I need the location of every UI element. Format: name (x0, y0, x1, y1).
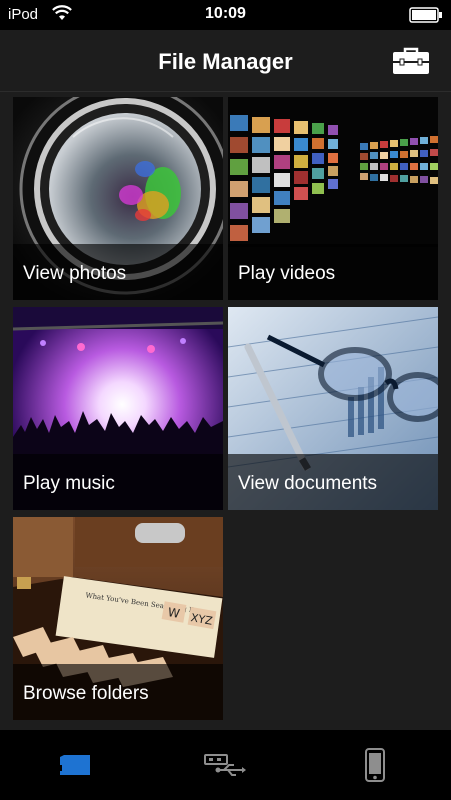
usb-icon (204, 754, 246, 776)
sd-card-icon (58, 755, 90, 775)
tile-browse-folders[interactable]: What You've Been Searching For W XYZ Bro… (13, 517, 223, 720)
tab-phone[interactable] (300, 730, 450, 800)
status-time: 10:09 (205, 5, 246, 22)
tab-sd-card[interactable] (0, 730, 150, 800)
tile-label: Play videos (238, 263, 336, 284)
tile-grid: View photos Play videos Play music View … (0, 92, 451, 730)
toolbox-icon[interactable] (391, 46, 431, 76)
status-bar: iPod 10:09 (0, 0, 451, 30)
tile-label: Play music (23, 473, 115, 494)
tile-play-videos[interactable]: Play videos (228, 97, 438, 300)
page-title: File Manager (158, 49, 293, 74)
battery-icon (409, 7, 442, 23)
tile-view-photos[interactable]: View photos (13, 97, 223, 300)
tile-play-music[interactable]: Play music (13, 307, 223, 510)
tile-label: Browse folders (23, 683, 149, 704)
tile-view-documents[interactable]: View documents (228, 307, 438, 510)
tile-label: View documents (238, 473, 378, 494)
nav-bar: File Manager (0, 30, 451, 92)
tab-usb[interactable] (150, 730, 300, 800)
tab-bar (0, 730, 451, 800)
tile-label: View photos (23, 263, 127, 284)
phone-icon (365, 748, 385, 782)
